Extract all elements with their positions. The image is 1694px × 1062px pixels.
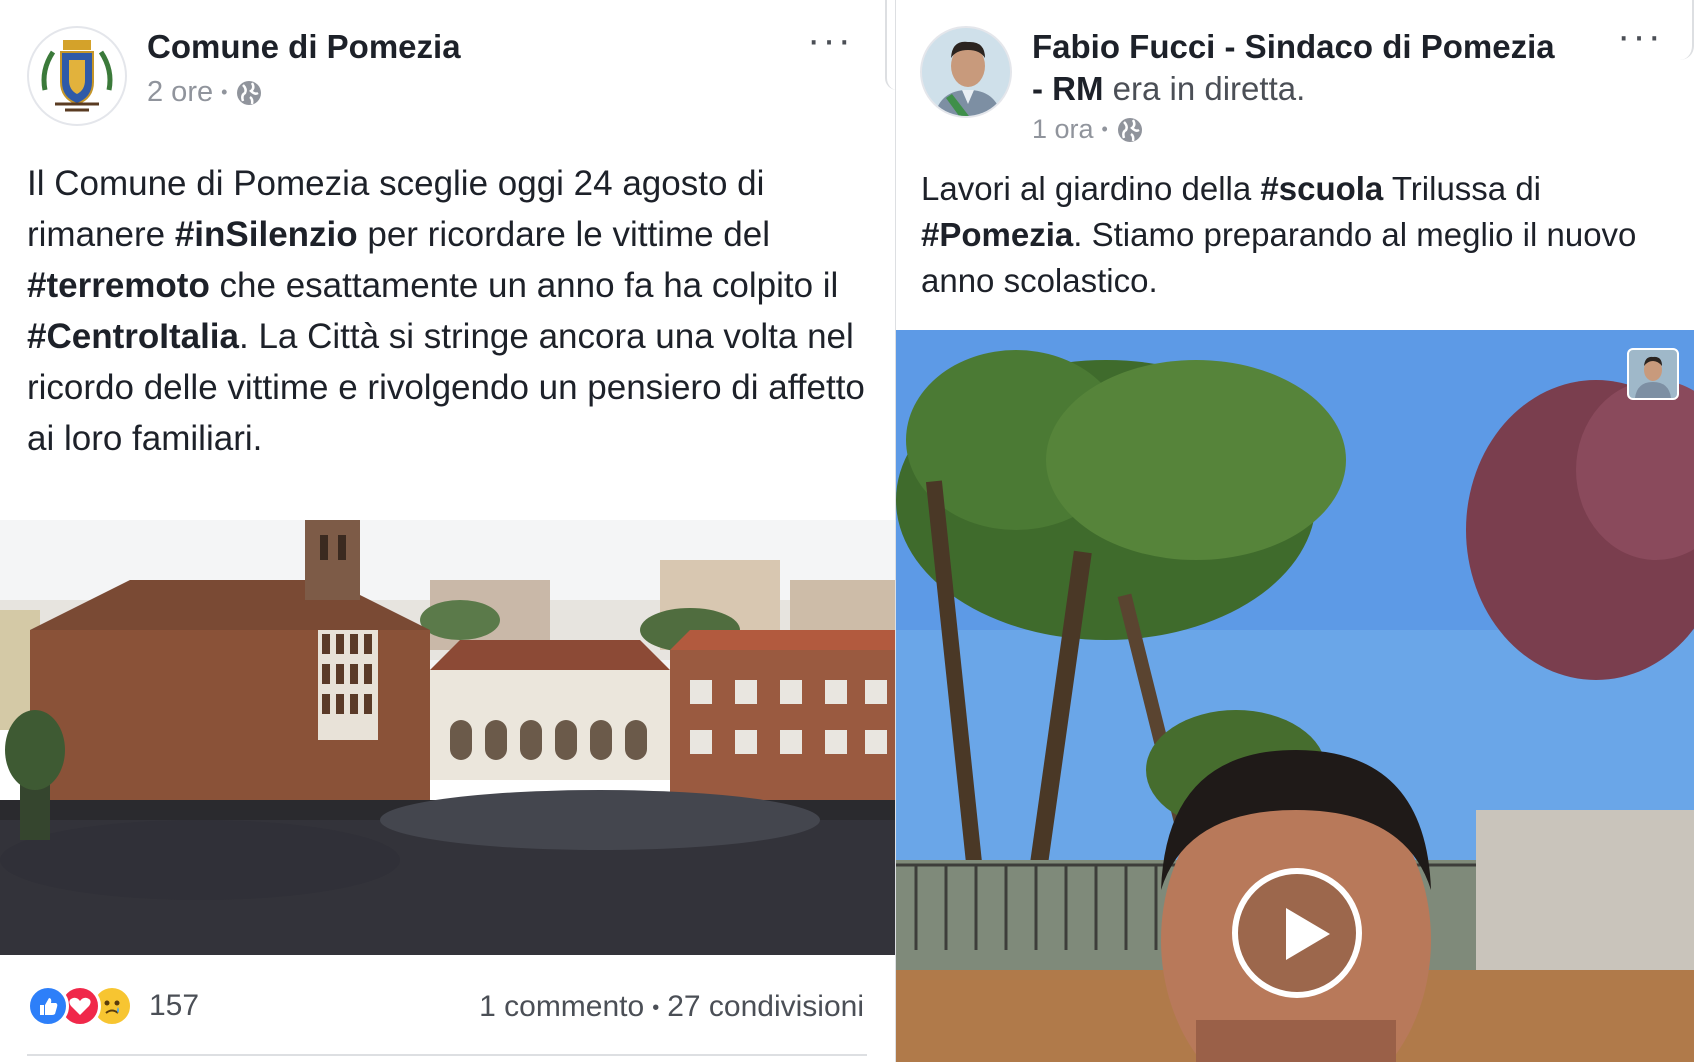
card-edge	[885, 0, 897, 90]
post-text-segment: Lavori al giardino della	[921, 170, 1261, 207]
more-options-icon[interactable]: ···	[1617, 16, 1663, 56]
counts-separator: •	[652, 996, 660, 1019]
globe-icon	[1117, 117, 1142, 142]
globe-icon	[237, 80, 262, 105]
post-body-text-right: Lavori al giardino della #scuola Triluss…	[921, 166, 1671, 304]
post-header-right: Fabio Fucci - Sindaco di Pomezia - RM er…	[920, 26, 1572, 145]
hashtag-link[interactable]: #CentroItalia	[27, 317, 239, 356]
page-avatar-coat-of-arms[interactable]	[27, 26, 127, 126]
post-meta-right: 1 ora •	[1032, 114, 1572, 145]
post-meta: 2 ore •	[147, 76, 461, 109]
reaction-count[interactable]: 157	[149, 989, 199, 1023]
post-footer-divider	[27, 1054, 867, 1056]
page-name[interactable]: Comune di Pomezia	[147, 26, 461, 68]
comments-count[interactable]: 1 commento	[479, 990, 644, 1023]
card-edge-right	[1680, 0, 1694, 60]
like-icon	[27, 985, 69, 1027]
live-viewer-avatar	[1627, 348, 1679, 400]
post-header-text: Comune di Pomezia 2 ore •	[147, 26, 461, 109]
author-avatar[interactable]	[920, 26, 1012, 118]
post-header-left: Comune di Pomezia 2 ore •	[27, 26, 461, 126]
hashtag-link[interactable]: #terremoto	[27, 266, 210, 305]
post-text-segment: Trilussa di	[1383, 170, 1542, 207]
shares-count[interactable]: 27 condivisioni	[667, 990, 864, 1023]
post-body-text: Il Comune di Pomezia sceglie oggi 24 ago…	[27, 158, 877, 464]
hashtag-link[interactable]: #inSilenzio	[175, 215, 358, 254]
town-square-image	[0, 520, 895, 955]
post-photo-town-square[interactable]	[0, 520, 895, 955]
post-text-segment: che esattamente un anno fa ha colpito il	[209, 266, 839, 305]
author-name-line: Fabio Fucci - Sindaco di Pomezia - RM er…	[1032, 26, 1572, 110]
meta-separator: •	[221, 82, 228, 102]
meta-separator-right: •	[1101, 119, 1108, 139]
author-photo	[922, 28, 1010, 116]
live-status: era in diretta.	[1112, 70, 1306, 107]
coat-of-arms-icon	[33, 32, 121, 120]
hashtag-link[interactable]: #scuola	[1260, 170, 1383, 207]
post-header-text-right: Fabio Fucci - Sindaco di Pomezia - RM er…	[1032, 26, 1572, 145]
post-text-segment: per ricordare le vittime del	[357, 215, 771, 254]
post-time[interactable]: 2 ore	[147, 76, 213, 109]
post-time-right[interactable]: 1 ora	[1032, 114, 1094, 145]
play-icon[interactable]	[1232, 868, 1362, 998]
hashtag-link[interactable]: #Pomezia	[921, 216, 1073, 253]
more-options-icon[interactable]: ···	[807, 20, 853, 60]
reaction-summary[interactable]: 157	[27, 985, 199, 1027]
engagement-counts: 1 commento • 27 condivisioni	[479, 990, 864, 1024]
